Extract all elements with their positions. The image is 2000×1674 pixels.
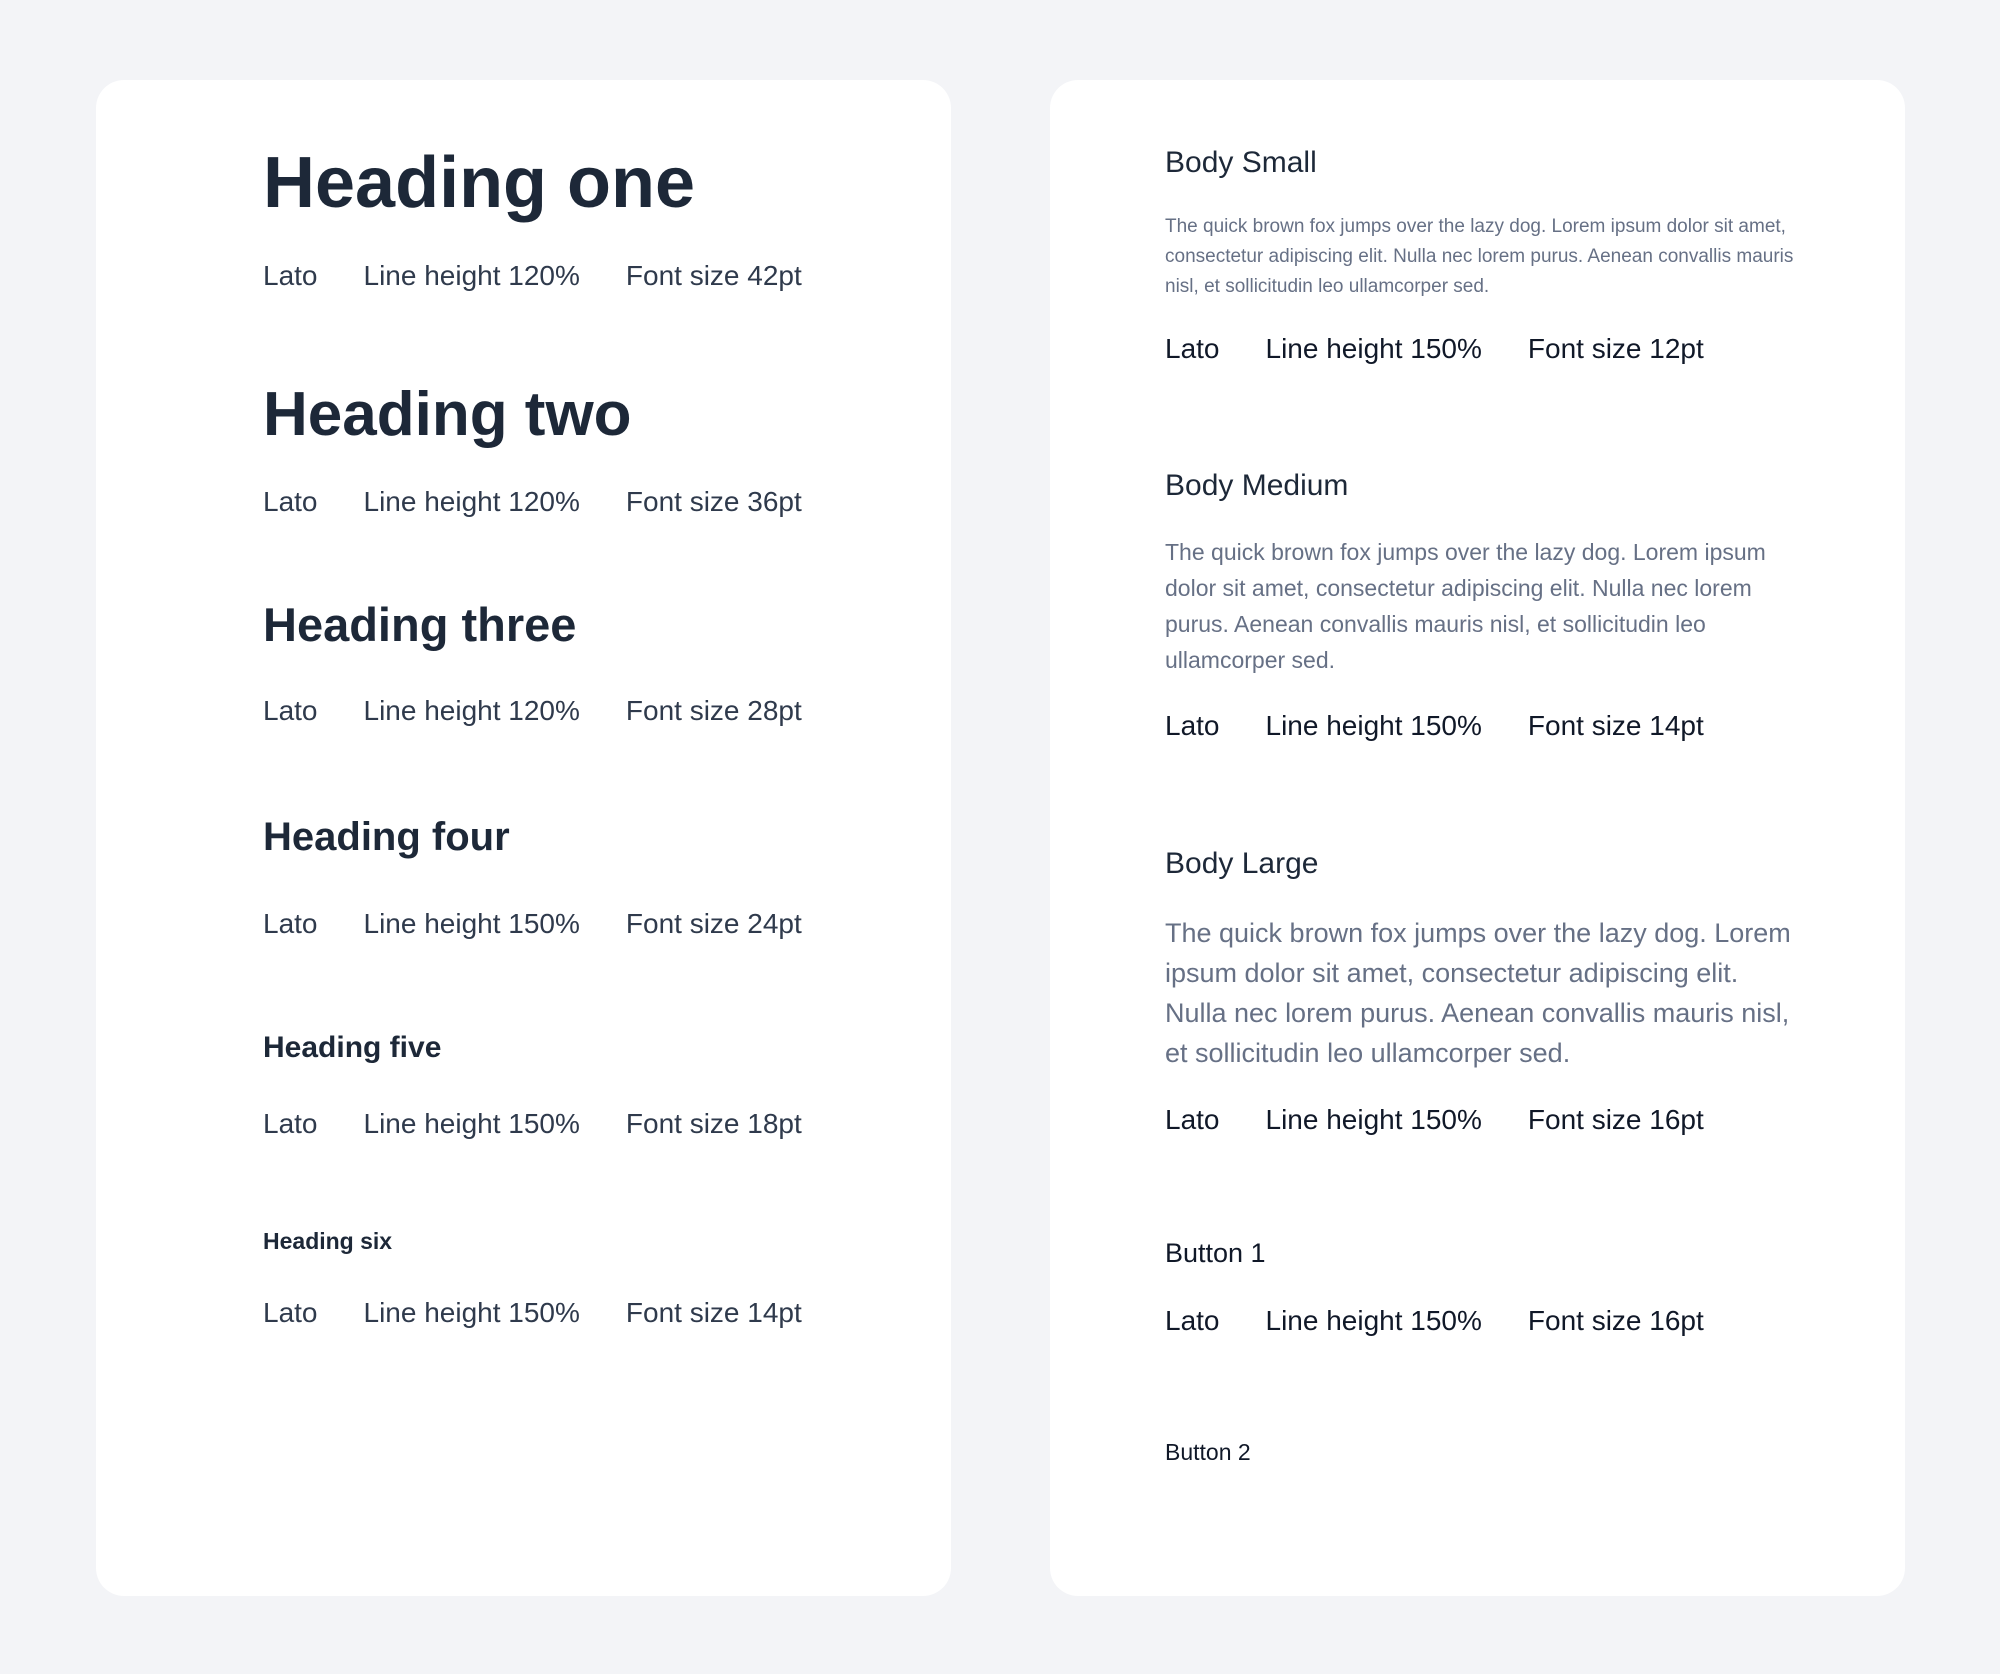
heading-three-sample: Heading three <box>263 598 577 651</box>
line-height-spec: Line height 120% <box>363 695 580 726</box>
line-height-spec: Line height 150% <box>363 1297 580 1328</box>
body-medium-sample: The quick brown fox jumps over the lazy … <box>1165 539 1766 673</box>
heading-four-specs: Lato Line height 150% Font size 24pt <box>263 910 802 938</box>
body-small-specs: Lato Line height 150% Font size 12pt <box>1165 335 1704 363</box>
heading-six-specs: Lato Line height 150% Font size 14pt <box>263 1299 802 1327</box>
font-name: Lato <box>1165 1104 1220 1135</box>
heading-six-sample: Heading six <box>263 1228 393 1254</box>
heading-four-sample: Heading four <box>263 815 510 859</box>
font-size-spec: Font size 16pt <box>1527 1305 1704 1336</box>
body-large-sample: The quick brown fox jumps over the lazy … <box>1165 918 1791 1068</box>
font-size-spec: Font size 18pt <box>625 1108 802 1139</box>
heading-five-specs: Lato Line height 150% Font size 18pt <box>263 1110 802 1138</box>
body-medium-title: Body Medium <box>1165 469 1349 502</box>
font-size-spec: Font size 42pt <box>625 260 802 291</box>
body-medium-specs: Lato Line height 150% Font size 14pt <box>1165 712 1704 740</box>
line-height-spec: Line height 150% <box>363 908 580 939</box>
font-size-spec: Font size 14pt <box>1527 710 1704 741</box>
button-2-title: Button 2 <box>1165 1439 1251 1465</box>
line-height-spec: Line height 150% <box>1265 333 1482 364</box>
heading-one-specs: Lato Line height 120% Font size 42pt <box>263 262 802 290</box>
font-size-spec: Font size 36pt <box>625 486 802 517</box>
font-name: Lato <box>263 695 318 726</box>
font-name: Lato <box>263 260 318 291</box>
line-height-spec: Line height 150% <box>1265 1104 1482 1135</box>
font-name: Lato <box>1165 710 1220 741</box>
font-name: Lato <box>263 1297 318 1328</box>
button-1-title: Button 1 <box>1165 1238 1266 1268</box>
font-size-spec: Font size 16pt <box>1527 1104 1704 1135</box>
heading-three-specs: Lato Line height 120% Font size 28pt <box>263 697 802 725</box>
font-size-spec: Font size 14pt <box>625 1297 802 1328</box>
body-small-title: Body Small <box>1165 146 1317 179</box>
font-size-spec: Font size 24pt <box>625 908 802 939</box>
font-name: Lato <box>263 1108 318 1139</box>
line-height-spec: Line height 120% <box>363 260 580 291</box>
heading-one-sample: Heading one <box>263 143 696 223</box>
line-height-spec: Line height 150% <box>363 1108 580 1139</box>
heading-five-sample: Heading five <box>263 1031 442 1064</box>
font-name: Lato <box>263 486 318 517</box>
heading-two-specs: Lato Line height 120% Font size 36pt <box>263 488 802 516</box>
font-size-spec: Font size 28pt <box>625 695 802 726</box>
font-name: Lato <box>1165 1305 1220 1336</box>
heading-two-sample: Heading two <box>263 380 632 449</box>
font-name: Lato <box>1165 333 1220 364</box>
body-small-sample: The quick brown fox jumps over the lazy … <box>1165 216 1794 297</box>
button-1-specs: Lato Line height 150% Font size 16pt <box>1165 1307 1704 1335</box>
font-name: Lato <box>263 908 318 939</box>
headings-card: Heading one Lato Line height 120% Font s… <box>96 80 951 1596</box>
line-height-spec: Line height 120% <box>363 486 580 517</box>
body-styles-card: Body Small The quick brown fox jumps ove… <box>1050 80 1905 1596</box>
line-height-spec: Line height 150% <box>1265 710 1482 741</box>
body-large-specs: Lato Line height 150% Font size 16pt <box>1165 1106 1704 1134</box>
font-size-spec: Font size 12pt <box>1527 333 1704 364</box>
line-height-spec: Line height 150% <box>1265 1305 1482 1336</box>
body-large-title: Body Large <box>1165 847 1319 880</box>
